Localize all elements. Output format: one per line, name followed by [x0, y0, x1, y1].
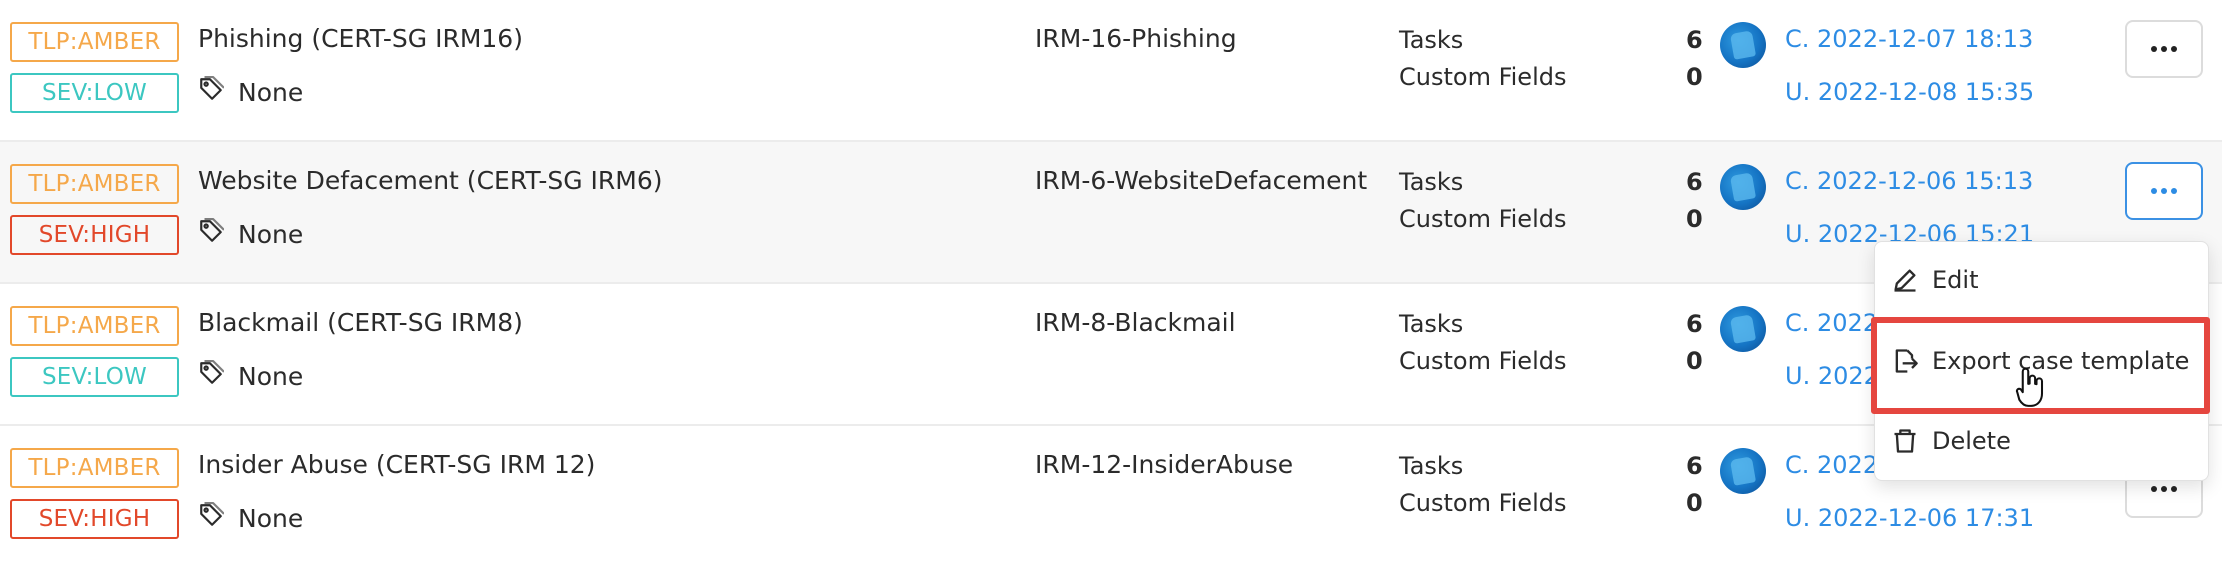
tasks-count: 6: [1686, 26, 1703, 54]
tlp-badge: TLP:AMBER: [10, 164, 179, 204]
template-code: IRM-8-Blackmail: [1035, 308, 1236, 337]
template-code: IRM-6-WebsiteDefacement: [1035, 166, 1368, 195]
custom-fields-count: 0: [1686, 205, 1703, 233]
template-code: IRM-12-InsiderAbuse: [1035, 450, 1294, 479]
menu-item-edit[interactable]: Edit: [1875, 250, 2208, 310]
updated-date: U. 2022-12-08 15:35: [1785, 78, 2035, 106]
severity-badge: SEV:LOW: [10, 73, 179, 113]
menu-item-label: Edit: [1932, 266, 1979, 294]
menu-item-delete[interactable]: Delete: [1875, 411, 2208, 471]
avatar: [1720, 448, 1766, 494]
tags-value: None: [238, 362, 304, 391]
template-name[interactable]: Website Defacement (CERT-SG IRM6): [198, 166, 663, 195]
custom-fields-label: Custom Fields: [1399, 489, 1567, 517]
tasks-label: Tasks: [1399, 168, 1464, 196]
file-export-icon: [1895, 349, 1918, 373]
tasks-label: Tasks: [1399, 452, 1464, 480]
more-actions-button[interactable]: [2125, 20, 2203, 78]
table-row[interactable]: TLP:AMBER SEV:LOW Phishing (CERT-SG IRM1…: [0, 0, 2222, 142]
custom-fields-count: 0: [1686, 489, 1703, 517]
avatar: [1720, 306, 1766, 352]
template-code: IRM-16-Phishing: [1035, 24, 1237, 53]
created-date: C. 2022-12-06 15:13: [1785, 167, 2034, 195]
custom-fields-label: Custom Fields: [1399, 205, 1567, 233]
created-date: C. 2022: [1785, 451, 1879, 479]
hand-pointer-cursor: [2015, 367, 2044, 407]
more-horizontal-icon: [2151, 486, 2157, 492]
actions-dropdown-menu: Edit Export case template Delete: [1874, 241, 2209, 481]
more-actions-button[interactable]: [2125, 162, 2203, 220]
menu-item-label: Export case template: [1932, 347, 2190, 375]
severity-badge: SEV:HIGH: [10, 499, 179, 539]
custom-fields-count: 0: [1686, 63, 1703, 91]
custom-fields-label: Custom Fields: [1399, 63, 1567, 91]
severity-badge: SEV:LOW: [10, 357, 179, 397]
avatar: [1720, 22, 1766, 68]
pencil-icon: [1894, 269, 1916, 292]
tasks-count: 6: [1686, 310, 1703, 338]
menu-item-label: Delete: [1932, 427, 2011, 455]
tags-value: None: [238, 78, 304, 107]
tasks-label: Tasks: [1399, 26, 1464, 54]
template-name[interactable]: Phishing (CERT-SG IRM16): [198, 24, 523, 53]
tlp-badge: TLP:AMBER: [10, 22, 179, 62]
tag-icon: [200, 360, 224, 384]
updated-date: U. 2022: [1785, 362, 1879, 390]
tags-value: None: [238, 504, 304, 533]
tasks-count: 6: [1686, 168, 1703, 196]
tag-icon: [200, 218, 224, 242]
tlp-badge: TLP:AMBER: [10, 448, 179, 488]
more-horizontal-icon: [2151, 46, 2157, 52]
trash-icon: [1894, 429, 1916, 453]
avatar: [1720, 164, 1766, 210]
template-name[interactable]: Insider Abuse (CERT-SG IRM 12): [198, 450, 595, 479]
tlp-badge: TLP:AMBER: [10, 306, 179, 346]
tasks-count: 6: [1686, 452, 1703, 480]
custom-fields-count: 0: [1686, 347, 1703, 375]
created-date: C. 2022-12-07 18:13: [1785, 25, 2034, 53]
created-date: C. 2022: [1785, 309, 1879, 337]
tag-icon: [200, 502, 224, 526]
custom-fields-label: Custom Fields: [1399, 347, 1567, 375]
severity-badge: SEV:HIGH: [10, 215, 179, 255]
tag-icon: [200, 76, 224, 100]
template-name[interactable]: Blackmail (CERT-SG IRM8): [198, 308, 523, 337]
tags-value: None: [238, 220, 304, 249]
more-horizontal-icon: [2151, 188, 2157, 194]
updated-date: U. 2022-12-06 17:31: [1785, 504, 2035, 532]
tasks-label: Tasks: [1399, 310, 1464, 338]
